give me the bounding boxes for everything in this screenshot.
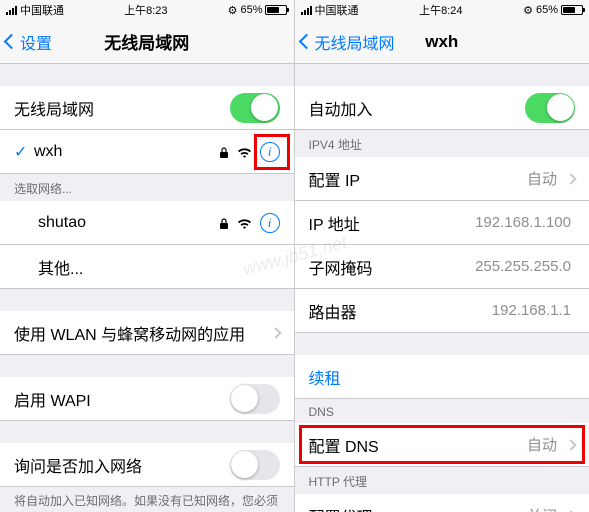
checkmark-icon: ✓: [14, 142, 34, 162]
chevron-icon: [565, 439, 576, 450]
time-label: 上午8:24: [419, 2, 462, 18]
network-name: wxh: [34, 143, 219, 161]
wifi-icon: [237, 217, 252, 229]
status-bar: 中国联通 上午8:24 ⚙︎ 65%: [295, 0, 589, 20]
back-button[interactable]: 设置: [0, 30, 52, 54]
page-title: wxh: [425, 32, 458, 52]
wapi-toggle[interactable]: [230, 384, 280, 414]
network-row[interactable]: shutao i: [0, 201, 294, 245]
wifi-detail-screen: 中国联通 上午8:24 ⚙︎ 65% 无线局域网 wxh 自动加入 IPV4 地…: [295, 0, 589, 512]
wapi-row: 启用 WAPI: [0, 377, 294, 421]
network-name: shutao: [38, 214, 219, 232]
lock-icon: [219, 217, 229, 229]
ipv4-header: IPV4 地址: [295, 130, 589, 157]
renew-lease-row[interactable]: 续租: [295, 355, 589, 399]
wlan-apps-row[interactable]: 使用 WLAN 与蜂窝移动网的应用: [0, 311, 294, 355]
wifi-label: 无线局域网: [14, 96, 230, 120]
subnet-value: 255.255.255.0: [475, 258, 571, 275]
signal-icon: [301, 6, 312, 15]
page-title: 无线局域网: [104, 29, 189, 54]
choose-network-header: 选取网络...: [0, 174, 294, 201]
connected-network-row[interactable]: ✓ wxh i: [0, 130, 294, 174]
carrier-label: 中国联通: [315, 2, 359, 18]
config-proxy-row[interactable]: 配置代理 关闭: [295, 494, 589, 512]
status-bar: 中国联通 上午8:23 ⚙︎ 65%: [0, 0, 294, 20]
info-icon[interactable]: i: [260, 213, 280, 233]
info-icon[interactable]: i: [260, 142, 280, 162]
signal-icon: [6, 6, 17, 15]
config-ip-row[interactable]: 配置 IP 自动: [295, 157, 589, 201]
ask-join-footer: 将自动加入已知网络。如果没有已知网络，您必须手动选择。: [0, 487, 294, 512]
config-ip-value: 自动: [527, 168, 557, 189]
carrier-label: 中国联通: [20, 2, 64, 18]
router-value: 192.168.1.1: [492, 302, 571, 319]
time-label: 上午8:23: [124, 2, 167, 18]
ask-join-toggle[interactable]: [230, 450, 280, 480]
wifi-icon: [237, 146, 252, 158]
ask-join-row: 询问是否加入网络: [0, 443, 294, 487]
chevron-icon: [565, 173, 576, 184]
auto-join-row: 自动加入: [295, 86, 589, 130]
back-button[interactable]: 无线局域网: [295, 30, 395, 54]
other-network-row[interactable]: 其他...: [0, 245, 294, 289]
dns-header: DNS: [295, 399, 589, 423]
wifi-toggle[interactable]: [230, 93, 280, 123]
config-dns-row[interactable]: 配置 DNS 自动: [295, 423, 589, 467]
nav-bar: 设置 无线局域网: [0, 20, 294, 64]
battery-icon: [561, 5, 583, 15]
battery-percent: 65%: [240, 4, 262, 16]
proxy-value: 关闭: [527, 505, 557, 512]
nav-bar: 无线局域网 wxh: [295, 20, 589, 64]
ip-address-value: 192.168.1.100: [475, 214, 571, 231]
battery-icon: [265, 5, 287, 15]
chevron-icon: [270, 327, 281, 338]
lock-icon: [219, 146, 229, 158]
wifi-toggle-row: 无线局域网: [0, 86, 294, 130]
battery-percent: 65%: [536, 4, 558, 16]
dns-value: 自动: [527, 434, 557, 455]
other-label: 其他...: [38, 255, 280, 279]
auto-join-toggle[interactable]: [525, 93, 575, 123]
router-row: 路由器 192.168.1.1: [295, 289, 589, 333]
ip-address-row: IP 地址 192.168.1.100: [295, 201, 589, 245]
subnet-row: 子网掩码 255.255.255.0: [295, 245, 589, 289]
wifi-settings-screen: 中国联通 上午8:23 ⚙︎ 65% 设置 无线局域网 无线局域网 ✓ wxh: [0, 0, 295, 512]
proxy-header: HTTP 代理: [295, 467, 589, 494]
